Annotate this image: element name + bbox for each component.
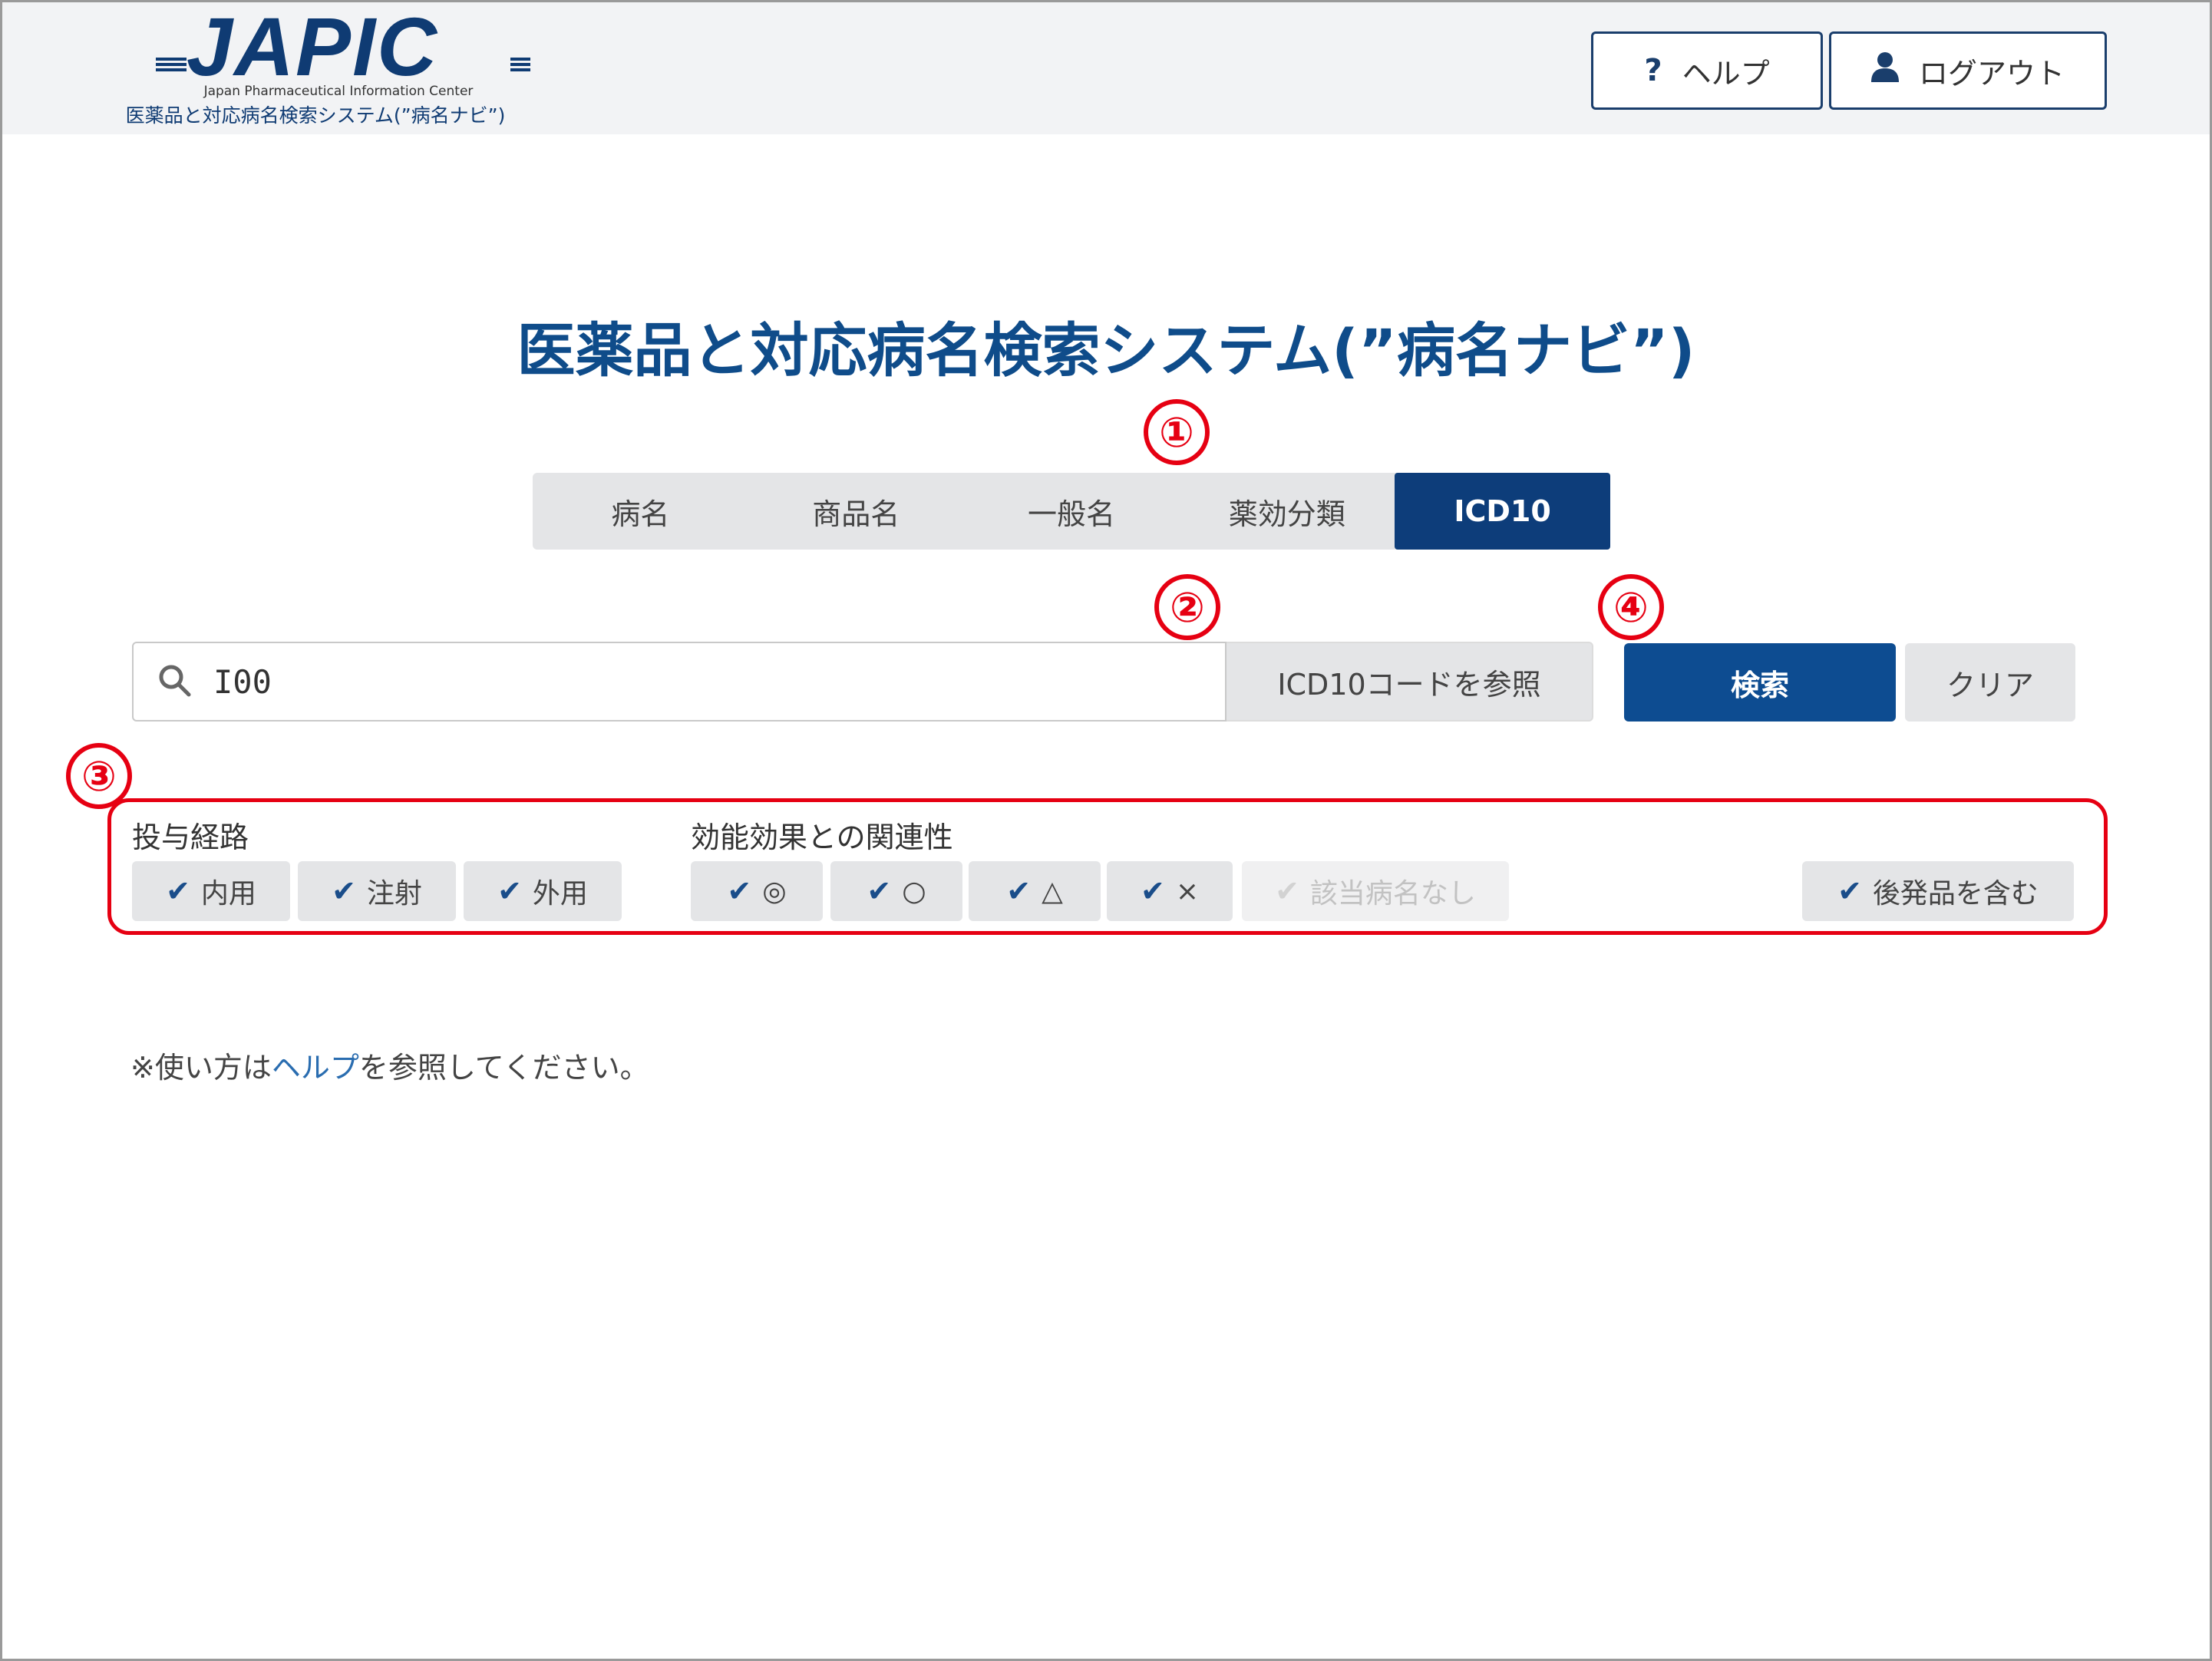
note-suffix: を参照してください。	[358, 1051, 649, 1085]
check-icon: ✔	[1275, 874, 1299, 908]
tab-icd10[interactable]: ICD10	[1395, 473, 1610, 550]
relation-chip-double-circle[interactable]: ✔ ◎	[691, 861, 823, 921]
chip-label: 注射	[366, 878, 422, 910]
route-chip-injection[interactable]: ✔ 注射	[298, 861, 456, 921]
annotation-marker-2: ②	[1154, 574, 1220, 640]
question-icon: ?	[1644, 53, 1662, 88]
note-prefix: ※使い方は	[130, 1051, 272, 1085]
icd10-code-reference-button[interactable]: ICD10コードを参照	[1227, 642, 1593, 722]
chip-label: ○	[902, 875, 926, 907]
no-matching-disease-chip[interactable]: ✔ 該当病名なし	[1242, 861, 1509, 921]
chip-label: 内用	[200, 878, 256, 910]
logo-stripes-right	[510, 58, 530, 76]
help-button[interactable]: ? ヘルプ	[1591, 31, 1823, 110]
search-type-tabs: 病名 商品名 一般名 薬効分類 ICD10	[533, 473, 1610, 550]
relation-group-label: 効能効果との関連性	[691, 821, 953, 854]
search-input[interactable]	[213, 651, 1173, 712]
check-icon: ✔	[332, 874, 356, 908]
route-chip-external[interactable]: ✔ 外用	[464, 861, 622, 921]
tab-generic-name[interactable]: 一般名	[964, 473, 1180, 550]
chip-label: 該当病名なし	[1309, 878, 1476, 910]
include-generics-chip[interactable]: ✔ 後発品を含む	[1802, 861, 2074, 921]
help-button-label: ヘルプ	[1682, 56, 1770, 91]
usage-note: ※使い方はヘルプを参照してください。	[130, 1044, 649, 1086]
page-title: 医薬品と対応病名検索システム(”病名ナビ”)	[517, 316, 1695, 385]
chip-label: 後発品を含む	[1872, 878, 2039, 910]
relation-chip-circle[interactable]: ✔ ○	[830, 861, 962, 921]
check-icon: ✔	[1140, 874, 1165, 908]
logout-button[interactable]: ログアウト	[1829, 31, 2107, 110]
help-link[interactable]: ヘルプ	[272, 1051, 359, 1085]
logout-button-label: ログアウト	[1918, 56, 2065, 91]
check-icon: ✔	[867, 874, 892, 908]
chip-label: 外用	[532, 878, 588, 910]
logo-text: JAPIC	[187, 0, 439, 93]
annotation-marker-4: ④	[1598, 574, 1664, 640]
chip-label: ×	[1175, 875, 1199, 907]
search-button[interactable]: 検索	[1624, 643, 1896, 722]
check-icon: ✔	[1006, 874, 1032, 908]
clear-button[interactable]: クリア	[1905, 643, 2075, 722]
user-icon	[1870, 51, 1899, 90]
search-icon	[157, 662, 195, 701]
relation-chip-triangle[interactable]: ✔ △	[969, 861, 1101, 921]
relation-chip-cross[interactable]: ✔ ×	[1107, 861, 1233, 921]
chip-label: △	[1042, 875, 1063, 907]
chip-label: ◎	[762, 875, 787, 907]
logo-stripes-left	[156, 58, 187, 76]
header: JAPIC Japan Pharmaceutical Information C…	[2, 2, 2210, 134]
route-chip-oral[interactable]: ✔ 内用	[132, 861, 290, 921]
check-icon: ✔	[727, 874, 752, 908]
annotation-marker-1: ①	[1144, 399, 1210, 465]
tab-product-name[interactable]: 商品名	[748, 473, 964, 550]
check-icon: ✔	[1837, 874, 1862, 908]
check-icon: ✔	[497, 874, 522, 908]
logo-subtitle: Japan Pharmaceutical Information Center	[203, 84, 474, 99]
route-group-label: 投与経路	[132, 821, 249, 854]
japic-logo[interactable]: JAPIC Japan Pharmaceutical Information C…	[101, 0, 530, 130]
check-icon: ✔	[166, 874, 190, 908]
search-box	[132, 642, 1227, 722]
tab-drug-class[interactable]: 薬効分類	[1179, 473, 1395, 550]
logo-system-name: 医薬品と対応病名検索システム(”病名ナビ”)	[125, 104, 506, 127]
tab-disease-name[interactable]: 病名	[533, 473, 748, 550]
